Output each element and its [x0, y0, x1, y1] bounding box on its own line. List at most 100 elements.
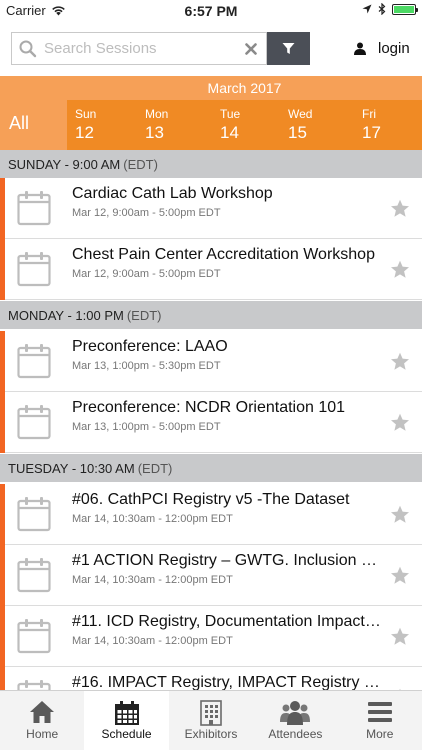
day-name: Fri [362, 107, 376, 121]
track-color-bar [0, 667, 5, 690]
section-day: SUNDAY - 9:00 AM [8, 156, 121, 172]
section-day: MONDAY - 1:00 PM [8, 307, 124, 323]
day-number: 15 [288, 123, 307, 142]
building-icon [200, 700, 222, 726]
calendar-icon [17, 404, 51, 440]
section-timezone: (EDT) [137, 460, 173, 476]
calendar-icon [17, 618, 51, 654]
section-header: MONDAY - 1:00 PM (EDT) [0, 301, 422, 329]
section-header: TUESDAY - 10:30 AM (EDT) [0, 454, 422, 482]
session-title: Preconference: NCDR Orientation 101 [72, 399, 346, 416]
favorite-star-icon[interactable] [390, 260, 410, 279]
tab-label: Exhibitors [184, 727, 238, 741]
track-color-bar [0, 331, 5, 392]
filter-button[interactable] [267, 32, 310, 65]
tab-schedule[interactable]: Schedule [84, 691, 169, 750]
session-list[interactable]: SUNDAY - 9:00 AM (EDT) Cardiac Cath Lab … [0, 150, 422, 690]
day-name: Tue [220, 107, 241, 121]
session-row[interactable]: Cardiac Cath Lab Workshop Mar 12, 9:00am… [0, 178, 422, 239]
search-icon [19, 40, 37, 57]
tab-home[interactable]: Home [0, 691, 84, 750]
session-row[interactable]: Preconference: NCDR Orientation 101 Mar … [0, 392, 422, 453]
search-box[interactable] [11, 32, 267, 65]
session-title: Chest Pain Center Accreditation Workshop [72, 246, 375, 263]
calendar-icon [17, 496, 51, 532]
session-title: #06. CathPCI Registry v5 -The Dataset [72, 491, 350, 508]
session-time: Mar 14, 10:30am - 12:00pm EDT [72, 635, 233, 647]
day-number: 13 [145, 123, 164, 142]
menu-icon [367, 702, 392, 722]
session-time: Mar 14, 10:30am - 12:00pm EDT [72, 574, 233, 586]
favorite-star-icon[interactable] [390, 352, 410, 371]
day-number: 14 [220, 123, 239, 142]
session-time: Mar 14, 10:30am - 12:00pm EDT [72, 513, 233, 525]
clear-search-icon[interactable] [244, 42, 258, 56]
session-time: Mar 13, 1:00pm - 5:30pm EDT [72, 360, 221, 372]
session-title: #16. IMPACT Registry, IMPACT Registry Ri… [72, 674, 388, 690]
day-number: 12 [75, 123, 94, 142]
session-row[interactable]: #11. ICD Registry, Documentation Impacts… [0, 606, 422, 667]
day-tab-tue[interactable]: Tue 14 [212, 100, 282, 150]
session-title: #1 ACTION Registry – GWTG. Inclusion Cri… [72, 552, 388, 569]
day-number: 17 [362, 123, 381, 142]
favorite-star-icon[interactable] [390, 505, 410, 524]
section-header: SUNDAY - 9:00 AM (EDT) [0, 150, 422, 178]
day-name: Mon [145, 107, 169, 121]
session-row[interactable]: Chest Pain Center Accreditation Workshop… [0, 239, 422, 300]
user-icon [354, 42, 366, 55]
month-label: March 2017 [207, 80, 282, 96]
session-time: Mar 12, 9:00am - 5:00pm EDT [72, 268, 221, 280]
section-day: TUESDAY - 10:30 AM [8, 460, 135, 476]
home-icon [30, 701, 55, 723]
login-button[interactable]: login [354, 40, 410, 57]
search-input[interactable] [38, 40, 228, 57]
day-name: Sun [75, 107, 97, 121]
session-row[interactable]: #06. CathPCI Registry v5 -The Dataset Ma… [0, 484, 422, 545]
track-color-bar [0, 392, 5, 453]
calendar-icon [17, 251, 51, 287]
session-time: Mar 13, 1:00pm - 5:00pm EDT [72, 421, 221, 433]
session-row[interactable]: #1 ACTION Registry – GWTG. Inclusion Cri… [0, 545, 422, 606]
session-title: Preconference: LAAO [72, 338, 228, 355]
track-color-bar [0, 239, 5, 300]
track-color-bar [0, 606, 5, 667]
section-timezone: (EDT) [123, 156, 158, 172]
tab-label: More [366, 727, 394, 741]
favorite-star-icon[interactable] [390, 566, 410, 585]
track-color-bar [0, 545, 5, 606]
favorite-star-icon[interactable] [390, 199, 410, 218]
status-time: 6:57 PM [184, 3, 238, 19]
calendar-icon [17, 557, 51, 593]
day-tab-wed[interactable]: Wed 15 [280, 100, 352, 150]
tab-label: Schedule [101, 727, 152, 741]
status-right [362, 3, 418, 15]
battery-icon [392, 3, 418, 15]
track-color-bar [0, 178, 5, 239]
search-header: login [0, 22, 422, 76]
tab-label: Attendees [268, 727, 323, 741]
day-tab-fri[interactable]: Fri 17 [354, 100, 422, 150]
calendar-icon [17, 343, 51, 379]
tab-exhibitors[interactable]: Exhibitors [169, 691, 253, 750]
favorite-star-icon[interactable] [390, 627, 410, 646]
calendar-icon [114, 701, 139, 725]
session-title: #11. ICD Registry, Documentation Impacts… [72, 613, 388, 630]
session-row[interactable]: #16. IMPACT Registry, IMPACT Registry Ri… [0, 667, 422, 690]
status-bar: Carrier 6:57 PM [0, 0, 422, 22]
filter-icon [282, 43, 295, 54]
tab-label: Home [26, 727, 59, 741]
session-row[interactable]: Preconference: LAAO Mar 13, 1:00pm - 5:3… [0, 331, 422, 392]
login-label: login [378, 40, 410, 57]
bluetooth-icon [378, 3, 386, 15]
location-arrow-icon [362, 4, 372, 14]
tab-bar: Home Schedule Exhibitors Attendees More [0, 690, 422, 750]
section-timezone: (EDT) [126, 307, 162, 323]
tab-attendees[interactable]: Attendees [253, 691, 337, 750]
tab-more[interactable]: More [338, 691, 422, 750]
days-row: Sun 12 Mon 13 Tue 14 Wed 15 Fri 17 [67, 100, 422, 150]
all-days-tab[interactable]: All [0, 76, 67, 150]
favorite-star-icon[interactable] [390, 413, 410, 432]
track-color-bar [0, 484, 5, 545]
day-tab-mon[interactable]: Mon 13 [137, 100, 209, 150]
day-tab-sun[interactable]: Sun 12 [67, 100, 134, 150]
